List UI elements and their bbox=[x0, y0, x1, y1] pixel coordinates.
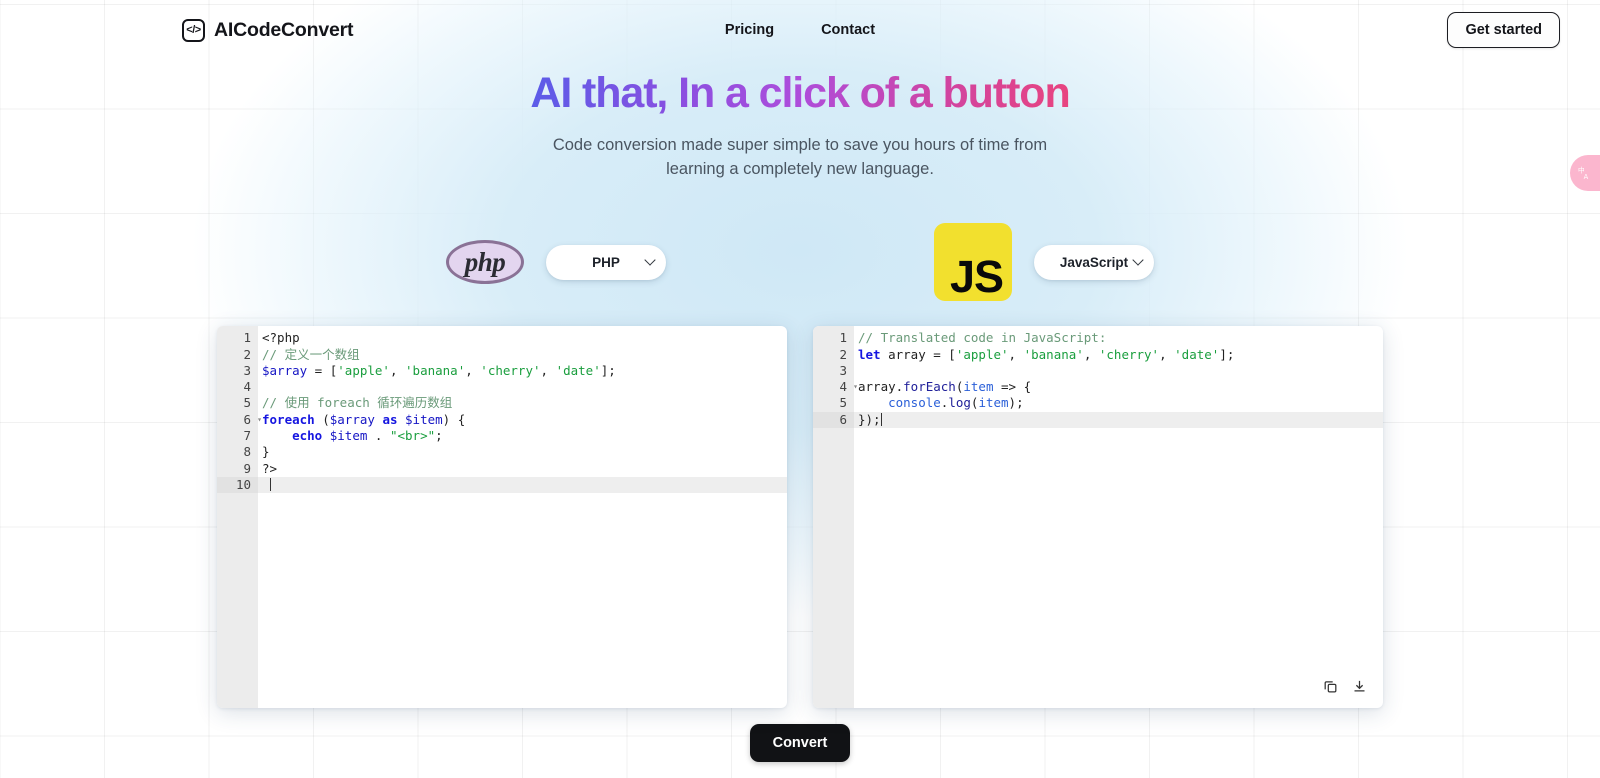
code-line: echo $item . "<br>"; bbox=[292, 428, 443, 444]
convert-button[interactable]: Convert bbox=[749, 724, 851, 763]
code-line: } bbox=[262, 444, 270, 460]
line-number: 9 bbox=[243, 460, 251, 476]
line-number: 6 ▾ bbox=[243, 411, 262, 427]
output-editor-gutter: 1 2 3 4 ▾ 5 6 bbox=[813, 326, 858, 709]
code-line: // Translated code in JavaScript: bbox=[858, 330, 1107, 346]
code-line: let array = ['apple', 'banana', 'cherry'… bbox=[858, 346, 1235, 362]
chevron-down-icon bbox=[1132, 254, 1144, 266]
input-editor-gutter: 1 2 3 4 5 6 ▾ 7 8 9 10 bbox=[217, 326, 262, 709]
line-number: 3 bbox=[243, 362, 251, 378]
code-line: foreach ($array as $item) { bbox=[262, 411, 466, 427]
line-number: 6 bbox=[813, 411, 854, 429]
output-editor-actions bbox=[1323, 679, 1367, 699]
language-selector-row: php PHP JS JavaScript bbox=[0, 223, 1600, 303]
get-started-button[interactable]: Get started bbox=[1447, 12, 1560, 48]
download-icon[interactable] bbox=[1352, 679, 1367, 699]
code-brackets-icon: </> bbox=[182, 18, 205, 42]
line-number: 10 bbox=[217, 476, 258, 494]
line-number: 5 bbox=[839, 395, 847, 411]
editors-section: 1 2 3 4 5 6 ▾ 7 8 9 10 <?php// 定义一个数组 $array = ['ap… bbox=[0, 326, 1600, 709]
fold-arrow-icon[interactable]: ▾ bbox=[853, 379, 858, 395]
javascript-logo-label: JS bbox=[949, 251, 1004, 303]
code-line: array.forEach(item => { bbox=[858, 379, 1032, 395]
chevron-down-icon bbox=[644, 254, 656, 266]
target-language-select[interactable]: JavaScript bbox=[1034, 244, 1154, 280]
code-line: // 定义一个数组 bbox=[262, 346, 360, 362]
text-cursor bbox=[269, 477, 271, 491]
output-code-editor[interactable]: 1 2 3 4 ▾ 5 6 // Translated code in JavaScript… bbox=[813, 326, 1383, 709]
main-nav: Pricing Contact bbox=[725, 22, 875, 38]
fold-arrow-icon[interactable]: ▾ bbox=[257, 412, 262, 428]
code-line: // 使用 foreach 循环遍历数组 bbox=[262, 395, 453, 411]
code-line: ?> bbox=[262, 460, 278, 476]
line-number: 1 bbox=[243, 330, 251, 346]
javascript-logo-icon: JS bbox=[934, 223, 1012, 303]
translate-icon: 中 A bbox=[1578, 165, 1589, 181]
code-line: $array = ['apple', 'banana', 'cherry', '… bbox=[262, 362, 616, 378]
line-number: 5 bbox=[243, 395, 251, 411]
hero-section: AI that, In a click of a button Code con… bbox=[0, 69, 1600, 181]
site-header: </> AICodeConvert Pricing Contact Get st… bbox=[0, 0, 1600, 60]
input-code-editor[interactable]: 1 2 3 4 5 6 ▾ 7 8 9 10 <?php// 定义一个数组 $array = ['ap… bbox=[217, 326, 787, 709]
output-editor-code[interactable]: // Translated code in JavaScript: let arr… bbox=[854, 326, 1383, 708]
php-logo-icon: php bbox=[446, 240, 524, 285]
code-line bbox=[258, 476, 787, 494]
line-number: 4 bbox=[243, 379, 251, 395]
source-language-select[interactable]: PHP bbox=[546, 244, 666, 280]
nav-item-pricing[interactable]: Pricing bbox=[725, 22, 774, 38]
svg-text:A: A bbox=[1584, 173, 1589, 181]
input-editor-code[interactable]: <?php// 定义一个数组 $array = ['apple', 'banana… bbox=[258, 326, 787, 708]
line-number: 3 bbox=[839, 362, 847, 378]
line-number: 2 bbox=[839, 346, 847, 362]
convert-row: Convert bbox=[0, 724, 1600, 763]
source-language-value: PHP bbox=[592, 254, 620, 270]
source-language-group: php PHP bbox=[446, 240, 666, 285]
header-cta: Get started bbox=[1447, 12, 1560, 48]
nav-item-contact[interactable]: Contact bbox=[821, 22, 875, 38]
text-cursor bbox=[880, 412, 882, 426]
target-language-value: JavaScript bbox=[1059, 254, 1129, 270]
hero-subtitle: Code conversion made super simple to sav… bbox=[552, 136, 1048, 178]
code-line: console.log(item); bbox=[888, 395, 1024, 411]
code-line: }); bbox=[854, 411, 1383, 429]
line-number: 7 bbox=[243, 428, 251, 444]
page-root: </> AICodeConvert Pricing Contact Get st… bbox=[0, 0, 1600, 778]
code-line: <?php bbox=[262, 330, 300, 346]
brand-name: AICodeConvert bbox=[214, 18, 354, 41]
copy-icon[interactable] bbox=[1323, 679, 1338, 699]
line-number: 4 ▾ bbox=[839, 379, 858, 395]
translate-widget-tab[interactable]: 中 A bbox=[1570, 155, 1600, 191]
target-language-group: JS JavaScript bbox=[934, 223, 1154, 303]
hero-title: AI that, In a click of a button bbox=[530, 69, 1070, 117]
line-number: 1 bbox=[839, 330, 847, 346]
brand-logo[interactable]: </> AICodeConvert bbox=[182, 18, 354, 42]
line-number: 2 bbox=[243, 346, 251, 362]
line-number: 8 bbox=[243, 444, 251, 460]
